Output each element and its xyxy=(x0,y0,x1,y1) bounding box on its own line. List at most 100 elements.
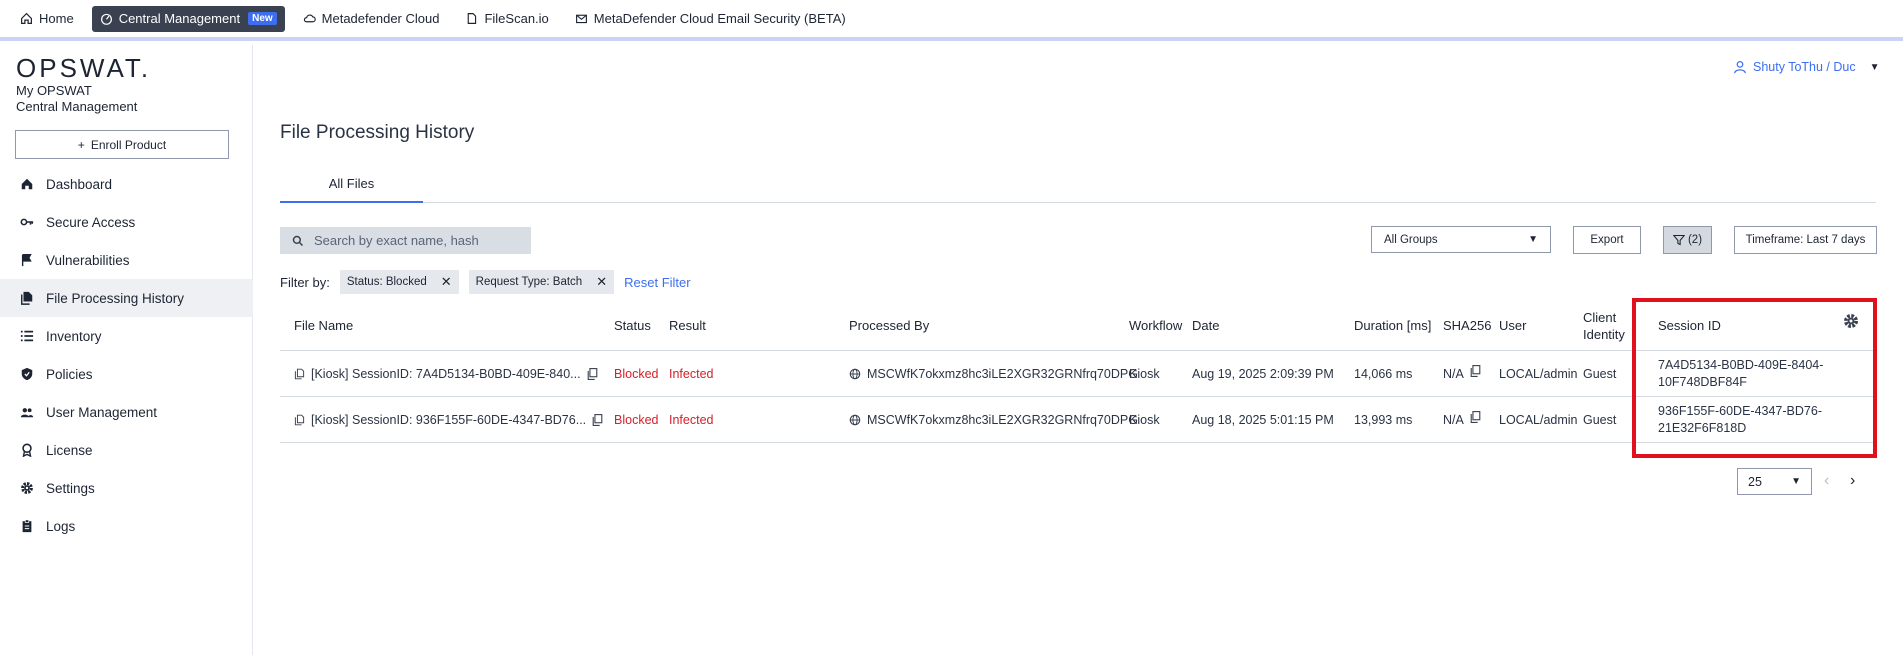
column-header-duration[interactable]: Duration [ms] xyxy=(1354,300,1431,351)
cell-session-id: 936F155F-60DE-4347-BD76-21E32F6F818D xyxy=(1658,404,1822,435)
table-row[interactable]: [Kiosk] SessionID: 7A4D5134-B0BD-409E-84… xyxy=(280,351,1876,397)
files-icon xyxy=(294,414,305,426)
topnav-metadefender-cloud[interactable]: Metadefender Cloud xyxy=(295,6,448,32)
filter-button[interactable]: (2) xyxy=(1663,226,1712,254)
topnav-home[interactable]: Home xyxy=(12,6,82,32)
filter-chip-status[interactable]: Status: Blocked ✕ xyxy=(339,270,459,294)
column-header-processed-by[interactable]: Processed By xyxy=(849,300,929,351)
table-row[interactable]: [Kiosk] SessionID: 936F155F-60DE-4347-BD… xyxy=(280,397,1876,443)
column-header-user[interactable]: User xyxy=(1499,300,1526,351)
column-header-status[interactable]: Status xyxy=(614,300,651,351)
page-size-dropdown[interactable]: 25 ▼ xyxy=(1737,468,1812,495)
enroll-product-button[interactable]: + Enroll Product xyxy=(15,130,229,159)
user-name: Shuty ToThu / Duc xyxy=(1753,60,1856,74)
sidebar-item-secure-access[interactable]: Secure Access xyxy=(0,203,253,241)
sidebar-item-logs[interactable]: Logs xyxy=(0,507,253,545)
topnav-central-management[interactable]: Central Management New xyxy=(91,5,285,32)
sha256-text: N/A xyxy=(1443,367,1464,381)
sidebar-item-label: Logs xyxy=(46,518,76,534)
brand-line-1: My OPSWAT xyxy=(16,83,92,98)
copy-icon[interactable] xyxy=(1470,365,1481,377)
cell-file-name[interactable]: [Kiosk] SessionID: 936F155F-60DE-4347-BD… xyxy=(294,397,603,443)
sidebar-item-dashboard[interactable]: Dashboard xyxy=(0,165,253,203)
enroll-product-label: Enroll Product xyxy=(90,137,167,152)
sidebar-item-vulnerabilities[interactable]: Vulnerabilities xyxy=(0,241,253,279)
cloud-icon xyxy=(303,14,316,23)
gear-icon xyxy=(21,482,33,494)
sidebar-item-settings[interactable]: Settings xyxy=(0,469,253,507)
shield-icon xyxy=(21,367,33,381)
cell-status: Blocked xyxy=(614,367,659,381)
column-header-file-name[interactable]: File Name xyxy=(294,300,353,351)
copy-icon[interactable] xyxy=(1470,411,1481,423)
copy-icon[interactable] xyxy=(587,368,598,380)
close-icon[interactable]: ✕ xyxy=(596,274,607,290)
user-menu[interactable]: Shuty ToThu / Duc ▼ xyxy=(1733,60,1880,74)
sidebar-item-label: Vulnerabilities xyxy=(46,252,130,268)
topnav-email-security-label: MetaDefender Cloud Email Security (BETA) xyxy=(593,11,846,26)
timeframe-button[interactable]: Timeframe: Last 7 days xyxy=(1734,226,1877,254)
search-box[interactable] xyxy=(280,227,531,254)
reset-filter-link[interactable]: Reset Filter xyxy=(624,275,690,290)
cell-date: Aug 19, 2025 2:09:39 PM xyxy=(1192,367,1334,381)
copy-icon[interactable] xyxy=(592,414,603,426)
user-icon xyxy=(1734,60,1746,74)
next-page-button[interactable]: › xyxy=(1850,472,1855,490)
sha256-text: N/A xyxy=(1443,413,1464,427)
sidebar-item-user-management[interactable]: User Management xyxy=(0,393,253,431)
sidebar-item-file-processing-history[interactable]: File Processing History xyxy=(0,279,253,317)
client-identity-line-2: Identity xyxy=(1583,326,1625,342)
search-input[interactable] xyxy=(314,233,514,248)
sidebar-item-policies[interactable]: Policies xyxy=(0,355,253,393)
cell-file-name[interactable]: [Kiosk] SessionID: 7A4D5134-B0BD-409E-84… xyxy=(294,351,598,397)
filter-count: (2) xyxy=(1687,234,1703,246)
cell-sha256: N/A xyxy=(1443,397,1481,443)
tab-bar: All Files xyxy=(280,165,1876,203)
export-button[interactable]: Export xyxy=(1573,226,1641,254)
column-header-date[interactable]: Date xyxy=(1192,300,1219,351)
opswat-logo[interactable]: OPSWAT. xyxy=(16,53,151,84)
sidebar-item-label: Settings xyxy=(46,480,95,496)
tab-all-files[interactable]: All Files xyxy=(280,165,423,203)
key-icon xyxy=(20,218,34,226)
file-history-table: File Name Status Result Processed By Wor… xyxy=(280,300,1876,443)
groups-dropdown[interactable]: All Groups ▼ xyxy=(1371,226,1551,253)
globe-icon xyxy=(849,414,861,426)
page-size-value: 25 xyxy=(1748,474,1762,489)
column-settings-gear-icon[interactable] xyxy=(1843,313,1859,329)
files-icon xyxy=(294,368,305,380)
cell-client-identity: Guest xyxy=(1583,367,1617,381)
cell-processed-by[interactable]: MSCWfK7okxmz8hc3iLE2XGR32GRNfrq70DPG xyxy=(849,351,1138,397)
column-header-sha256[interactable]: SHA256 xyxy=(1443,300,1491,351)
cell-workflow: Kiosk xyxy=(1129,413,1160,427)
topnav-filescan[interactable]: FileScan.io xyxy=(457,6,556,32)
sidebar-item-inventory[interactable]: Inventory xyxy=(0,317,253,355)
topnav-filescan-label: FileScan.io xyxy=(484,11,549,26)
sidebar-item-label: Inventory xyxy=(46,328,102,344)
sidebar-item-label: File Processing History xyxy=(46,290,185,306)
cell-session-id: 7A4D5134-B0BD-409E-8404-10F748DBF84F xyxy=(1658,358,1824,389)
sidebar-item-license[interactable]: License xyxy=(0,431,253,469)
previous-page-button[interactable]: ‹ xyxy=(1824,472,1829,490)
sidebar-item-label: User Management xyxy=(46,404,158,420)
column-header-session-id[interactable]: Session ID xyxy=(1658,300,1721,351)
close-icon[interactable]: ✕ xyxy=(441,274,452,290)
sidebar: OPSWAT. My OPSWAT Central Management + E… xyxy=(0,45,253,655)
file-name-text: [Kiosk] SessionID: 7A4D5134-B0BD-409E-84… xyxy=(311,367,581,381)
filter-chip-request-type[interactable]: Request Type: Batch ✕ xyxy=(468,270,615,294)
filter-chip-label: Status: Blocked xyxy=(346,276,427,288)
column-header-result[interactable]: Result xyxy=(669,300,706,351)
column-header-workflow[interactable]: Workflow xyxy=(1129,300,1182,351)
cell-result: Infected xyxy=(669,413,714,427)
cell-user: LOCAL/admin xyxy=(1499,413,1578,427)
column-header-client-identity[interactable]: Client Identity xyxy=(1583,300,1625,351)
users-icon xyxy=(20,408,34,418)
cell-processed-by[interactable]: MSCWfK7okxmz8hc3iLE2XGR32GRNfrq70DPG xyxy=(849,397,1138,443)
topnav-email-security[interactable]: MetaDefender Cloud Email Security (BETA) xyxy=(567,6,854,32)
filter-chip-label: Request Type: Batch xyxy=(475,276,583,288)
product-name: My OPSWAT Central Management xyxy=(16,83,137,115)
plus-icon: + xyxy=(77,137,85,152)
cell-client-identity: Guest xyxy=(1583,413,1617,427)
topnav-home-label: Home xyxy=(39,11,74,26)
filter-by-label: Filter by: xyxy=(280,274,330,290)
